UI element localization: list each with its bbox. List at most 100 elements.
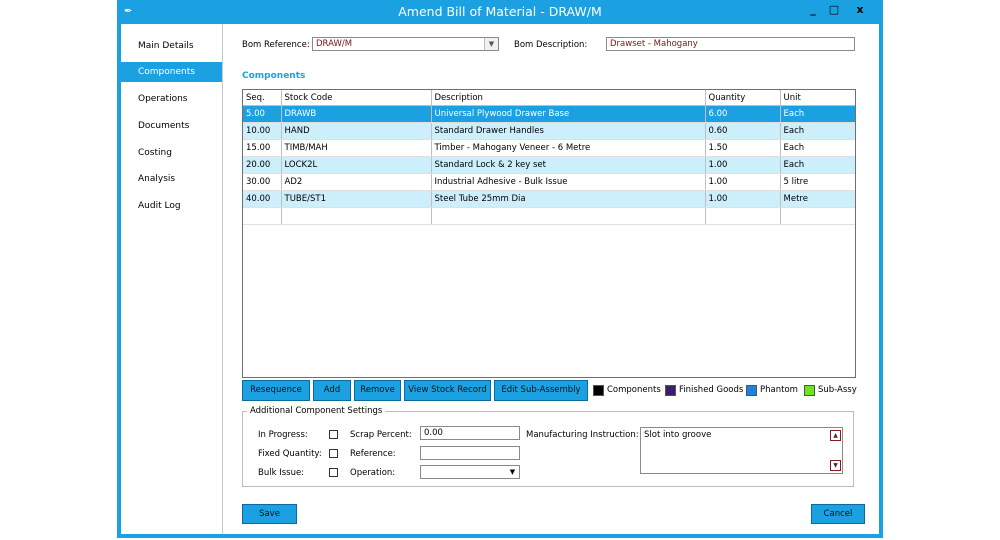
cell-empty: [431, 207, 706, 225]
legend-label-finished-goods: Finished Goods: [679, 385, 744, 395]
manufacturing-instruction-value: Slot into groove: [644, 430, 712, 440]
legend-swatch-phantom: [746, 385, 757, 396]
cell-unit: Each: [780, 122, 855, 140]
table-row[interactable]: 5.00 DRAWB Universal Plywood Drawer Base…: [243, 105, 855, 123]
cell-quantity: 1.00: [705, 190, 781, 208]
components-section-title: Components: [242, 71, 306, 81]
window-client: Main Details Components Operations Docum…: [121, 24, 879, 534]
scroll-up-icon[interactable]: ▲: [830, 430, 841, 441]
title-bar: ✒ Amend Bill of Material - DRAW/M _ □ x: [117, 0, 883, 24]
cell-stock-code: AD2: [281, 173, 432, 191]
cell-seq: 40.00: [243, 190, 282, 208]
cell-quantity: 1.00: [705, 156, 781, 174]
sidebar-item-operations[interactable]: Operations: [121, 89, 222, 109]
cell-unit: Each: [780, 105, 855, 123]
cell-quantity: 1.00: [705, 173, 781, 191]
components-table: Seq. Stock Code Description Quantity Uni…: [243, 90, 855, 225]
sidebar: Main Details Components Operations Docum…: [121, 24, 223, 534]
legend-swatch-sub-assy: [804, 385, 815, 396]
reference-input[interactable]: [420, 446, 520, 460]
manufacturing-instruction-textarea[interactable]: Slot into groove ▲ ▼: [640, 427, 843, 474]
sidebar-item-components[interactable]: Components: [121, 62, 222, 82]
cell-unit: Each: [780, 139, 855, 157]
sidebar-item-costing[interactable]: Costing: [121, 143, 222, 163]
table-row-empty[interactable]: [243, 207, 855, 225]
scrap-percent-label: Scrap Percent:: [350, 430, 412, 440]
view-stock-record-button[interactable]: View Stock Record: [404, 380, 491, 401]
scroll-down-icon[interactable]: ▼: [830, 460, 841, 471]
bom-reference-select[interactable]: DRAW/M ▼: [312, 37, 499, 51]
maximize-button[interactable]: □: [825, 2, 843, 18]
cell-seq: 20.00: [243, 156, 282, 174]
fixed-quantity-label: Fixed Quantity:: [258, 449, 322, 459]
cell-description: Timber - Mahogany Veneer - 6 Metre: [431, 139, 706, 157]
sidebar-item-main-details[interactable]: Main Details: [121, 36, 222, 56]
cell-unit: Metre: [780, 190, 855, 208]
close-button[interactable]: x: [851, 2, 869, 18]
table-row[interactable]: 10.00 HAND Standard Drawer Handles 0.60 …: [243, 122, 855, 140]
cell-description: Universal Plywood Drawer Base: [431, 105, 706, 123]
bulk-issue-checkbox[interactable]: [329, 468, 338, 477]
cell-stock-code: TIMB/MAH: [281, 139, 432, 157]
bulk-issue-label: Bulk Issue:: [258, 468, 305, 478]
resequence-button[interactable]: Resequence: [242, 380, 310, 401]
cell-description: Industrial Adhesive - Bulk Issue: [431, 173, 706, 191]
column-header-seq[interactable]: Seq.: [243, 90, 282, 106]
column-header-description[interactable]: Description: [431, 90, 706, 106]
column-header-unit[interactable]: Unit: [780, 90, 855, 106]
cell-description: Standard Lock & 2 key set: [431, 156, 706, 174]
manufacturing-instruction-label: Manufacturing Instruction:: [526, 430, 639, 440]
bom-description-input[interactable]: Drawset - Mahogany: [606, 37, 855, 51]
operation-label: Operation:: [350, 468, 396, 478]
legend-swatch-components: [593, 385, 604, 396]
cancel-button[interactable]: Cancel: [811, 504, 865, 524]
cell-stock-code: LOCK2L: [281, 156, 432, 174]
column-header-quantity[interactable]: Quantity: [705, 90, 781, 106]
cell-quantity: 1.50: [705, 139, 781, 157]
table-row[interactable]: 20.00 LOCK2L Standard Lock & 2 key set 1…: [243, 156, 855, 174]
cell-empty: [281, 207, 432, 225]
column-header-stock-code[interactable]: Stock Code: [281, 90, 432, 106]
sidebar-item-analysis[interactable]: Analysis: [121, 169, 222, 189]
cell-description: Standard Drawer Handles: [431, 122, 706, 140]
table-row[interactable]: 40.00 TUBE/ST1 Steel Tube 25mm Dia 1.00 …: [243, 190, 855, 208]
table-row[interactable]: 15.00 TIMB/MAH Timber - Mahogany Veneer …: [243, 139, 855, 157]
in-progress-label: In Progress:: [258, 430, 308, 440]
legend-label-components: Components: [607, 385, 661, 395]
additional-settings-title: Additional Component Settings: [247, 406, 386, 416]
table-header-row: Seq. Stock Code Description Quantity Uni…: [243, 90, 855, 106]
cell-seq: 5.00: [243, 105, 282, 123]
cell-stock-code: TUBE/ST1: [281, 190, 432, 208]
bom-reference-value: DRAW/M: [316, 39, 353, 49]
minimize-button[interactable]: _: [804, 2, 822, 18]
remove-button[interactable]: Remove: [354, 380, 401, 401]
legend-label-phantom: Phantom: [760, 385, 798, 395]
window-title: Amend Bill of Material - DRAW/M: [398, 4, 602, 19]
legend-label-sub-assy: Sub-Assy: [818, 385, 857, 395]
chevron-down-icon[interactable]: ▼: [506, 466, 519, 478]
sidebar-item-documents[interactable]: Documents: [121, 116, 222, 136]
cell-seq: 15.00: [243, 139, 282, 157]
fixed-quantity-checkbox[interactable]: [329, 449, 338, 458]
scrap-percent-input[interactable]: 0.00: [420, 426, 520, 440]
cell-empty: [705, 207, 781, 225]
save-button[interactable]: Save: [242, 504, 297, 524]
cell-description: Steel Tube 25mm Dia: [431, 190, 706, 208]
edit-sub-assembly-button[interactable]: Edit Sub-Assembly: [494, 380, 588, 401]
cell-quantity: 0.60: [705, 122, 781, 140]
table-row[interactable]: 30.00 AD2 Industrial Adhesive - Bulk Iss…: [243, 173, 855, 191]
cell-unit: 5 litre: [780, 173, 855, 191]
components-panel: Bom Reference: DRAW/M ▼ Bom Description:…: [223, 24, 879, 534]
operation-select[interactable]: ▼: [420, 465, 520, 479]
bom-reference-label: Bom Reference:: [242, 40, 310, 50]
cell-empty: [243, 207, 282, 225]
cell-stock-code: DRAWB: [281, 105, 432, 123]
chevron-down-icon[interactable]: ▼: [484, 38, 498, 50]
sidebar-item-audit-log[interactable]: Audit Log: [121, 196, 222, 216]
in-progress-checkbox[interactable]: [329, 430, 338, 439]
add-button[interactable]: Add: [313, 380, 351, 401]
cell-quantity: 6.00: [705, 105, 781, 123]
bom-description-label: Bom Description:: [514, 40, 588, 50]
cell-seq: 30.00: [243, 173, 282, 191]
cell-unit: Each: [780, 156, 855, 174]
